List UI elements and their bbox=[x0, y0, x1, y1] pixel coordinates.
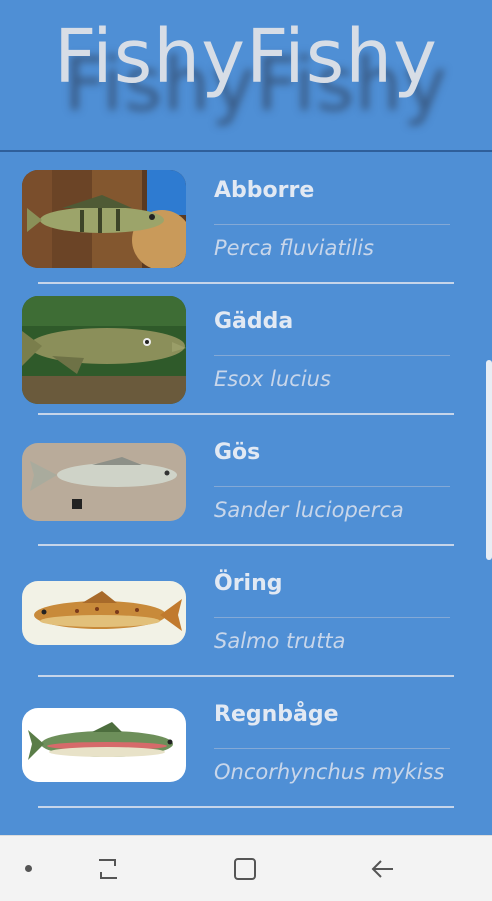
app-title: FishyFishy bbox=[54, 14, 438, 100]
item-separator bbox=[214, 355, 450, 356]
trout-image bbox=[22, 581, 186, 645]
navigation-bar bbox=[0, 835, 492, 901]
fish-list-item-gadda[interactable]: Gädda Esox lucius bbox=[0, 283, 492, 415]
item-separator bbox=[214, 617, 450, 618]
fish-list[interactable]: Abborre Perca fluviatilis Gädda Esox luc… bbox=[0, 152, 492, 835]
perch-image bbox=[22, 170, 186, 268]
fish-list-item-abborre[interactable]: Abborre Perca fluviatilis bbox=[0, 152, 492, 284]
fish-list-item-oring[interactable]: Öring Salmo trutta bbox=[0, 545, 492, 677]
fish-name: Gös bbox=[214, 440, 261, 465]
fish-name: Öring bbox=[214, 571, 283, 596]
fish-scientific-name: Oncorhynchus mykiss bbox=[214, 760, 445, 784]
fish-name: Gädda bbox=[214, 309, 294, 334]
home-icon[interactable] bbox=[230, 854, 260, 884]
fish-scientific-name: Esox lucius bbox=[214, 367, 331, 391]
back-icon[interactable] bbox=[368, 854, 398, 884]
fish-name: Regnbåge bbox=[214, 702, 339, 727]
dot-icon bbox=[25, 865, 32, 872]
fish-list-item-gos[interactable]: Gös Sander lucioperca bbox=[0, 414, 492, 546]
fish-name: Abborre bbox=[214, 178, 315, 203]
item-separator bbox=[214, 486, 450, 487]
app-header: FishyFishy bbox=[0, 0, 492, 150]
list-scrollbar[interactable] bbox=[486, 360, 492, 560]
pike-image bbox=[22, 296, 186, 404]
recent-apps-icon[interactable] bbox=[93, 854, 123, 884]
item-separator bbox=[214, 748, 450, 749]
zander-image bbox=[22, 443, 186, 521]
row-divider bbox=[38, 806, 454, 808]
fish-list-item-regnbage[interactable]: Regnbåge Oncorhynchus mykiss bbox=[0, 676, 492, 808]
fish-scientific-name: Perca fluviatilis bbox=[214, 236, 374, 260]
fish-scientific-name: Salmo trutta bbox=[214, 629, 346, 653]
rainbow-trout-image bbox=[22, 708, 186, 782]
item-separator bbox=[214, 224, 450, 225]
fish-scientific-name: Sander lucioperca bbox=[214, 498, 404, 522]
